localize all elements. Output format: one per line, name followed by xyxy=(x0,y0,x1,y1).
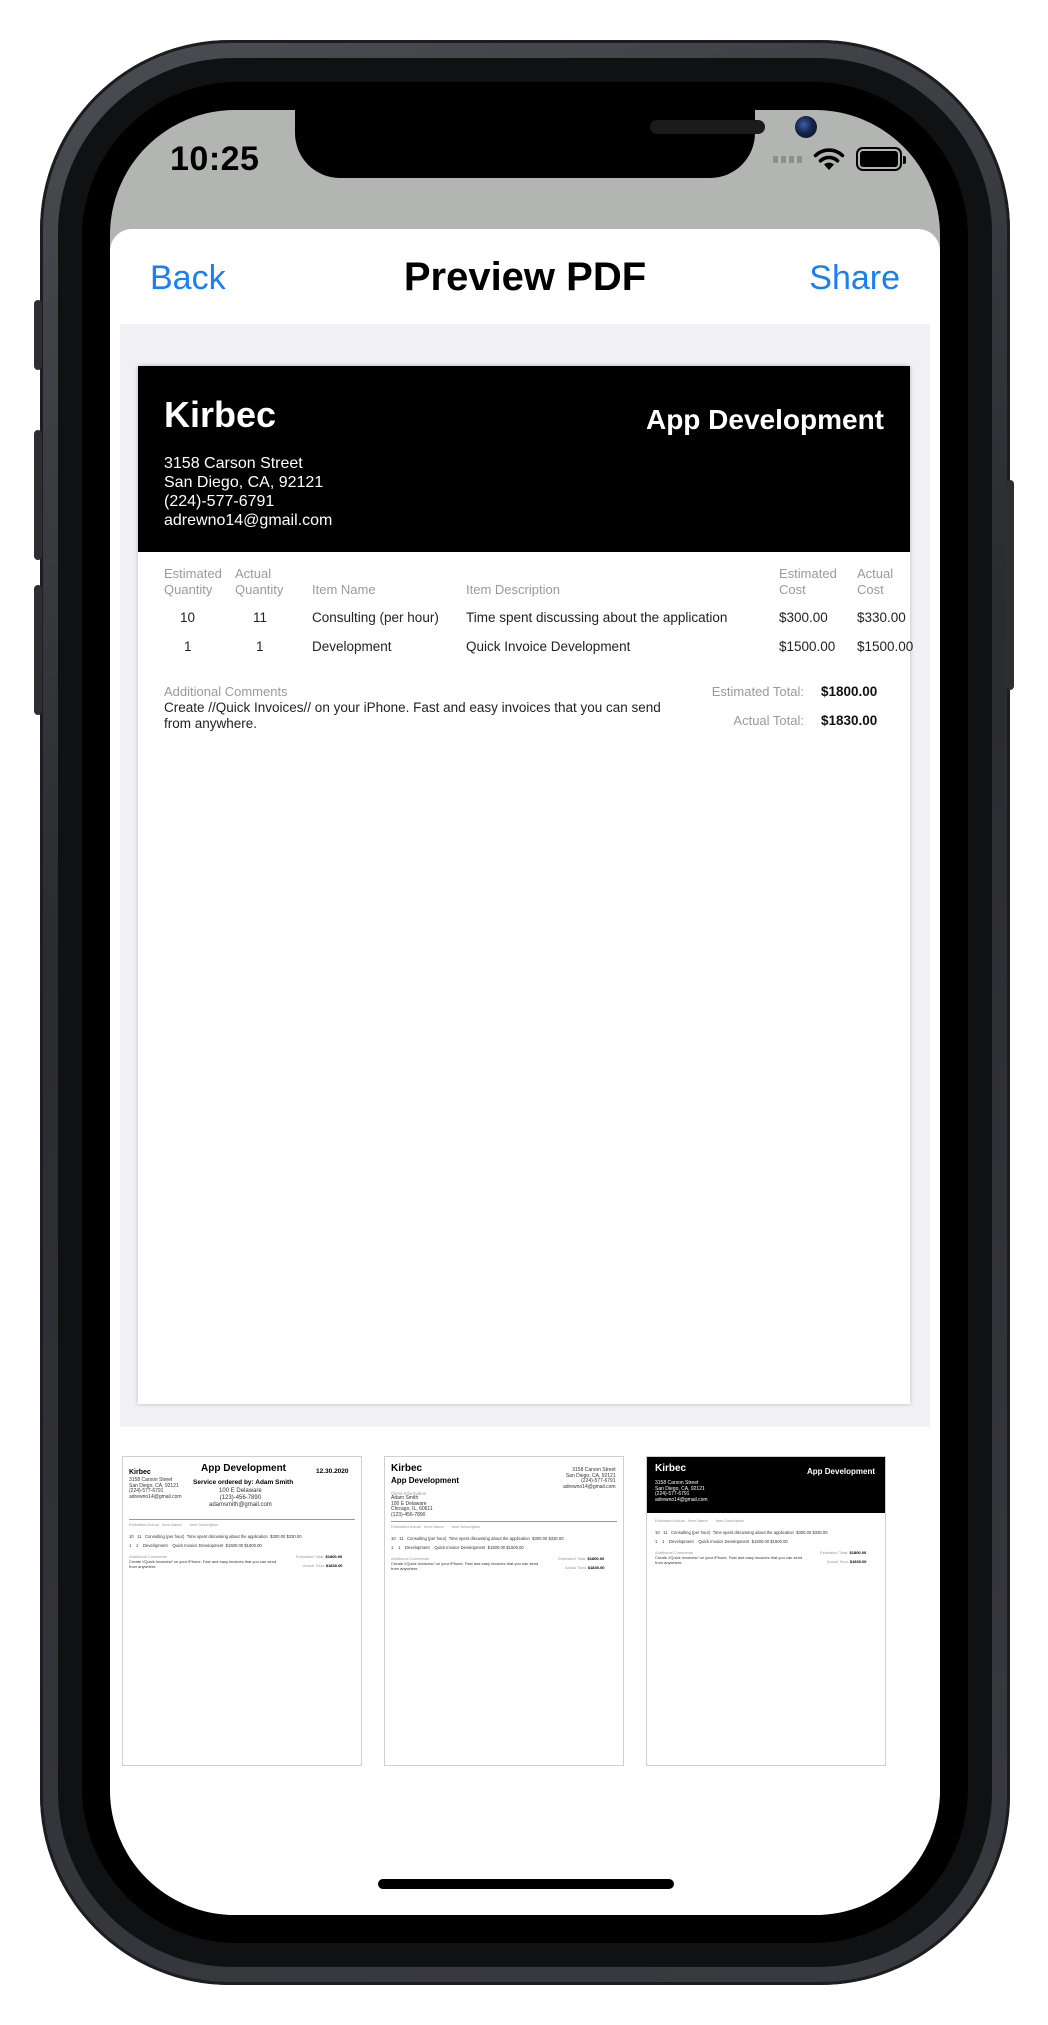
thumb1-actual-total: Actual Total: $1830.00 xyxy=(303,1563,343,1568)
header-actual-quantity: Actual Quantity xyxy=(235,566,284,597)
actual-total-value: $1830.00 xyxy=(821,713,878,728)
thumb1-row1: 10 11 Consulting (per hour) Time spent d… xyxy=(129,1534,302,1539)
thumb3-actual-total: Actual Total: $1830.00 xyxy=(827,1559,867,1564)
row2-actual-quantity: 1 xyxy=(256,639,264,654)
invoice-title: App Development xyxy=(645,404,884,435)
thumb2-actual-total: Actual Total: $1830.00 xyxy=(565,1565,605,1570)
thumb3-table-headers: Estimated Actual Item Name Item Descript… xyxy=(655,1518,745,1523)
actual-total-label: Actual Total: xyxy=(733,713,804,728)
speaker-grille xyxy=(650,120,765,134)
battery-icon xyxy=(856,147,906,171)
comments-label: Additional Comments xyxy=(164,684,288,699)
thumb1-comments: Create //Quick Invoices// on your iPhone… xyxy=(129,1559,277,1569)
thumb3-row1: 10 11 Consulting (per hour) Time spent d… xyxy=(655,1530,828,1535)
volume-up-button xyxy=(34,430,42,560)
wifi-icon xyxy=(813,148,845,170)
thumb3-company: Kirbec xyxy=(655,1463,687,1474)
comments-text: Create //Quick Invoices// on your iPhone… xyxy=(164,700,661,731)
thumb1-divider xyxy=(129,1519,355,1520)
volume-down-button xyxy=(34,585,42,715)
header-actual-cost: Actual Cost xyxy=(857,566,894,597)
thumb1-date: 12.30.2020 xyxy=(316,1468,349,1475)
thumb1-table-headers: Estimated Actual Item Name Item Descript… xyxy=(129,1522,219,1527)
row2-estimated-quantity: 1 xyxy=(184,639,192,654)
modal-sheet: Back Preview PDF Share Kirbec App Develo… xyxy=(110,229,940,1915)
thumb2-address: 3158 Carson Street San Diego, CA, 92121 (2… xyxy=(563,1467,616,1490)
thumb1-client-line: Service ordered by: Adam Smith xyxy=(193,1479,294,1486)
row2-estimated-cost: $1500.00 xyxy=(779,639,836,654)
thumb3-title: App Development xyxy=(807,1467,876,1476)
thumb2-title: App Development xyxy=(391,1476,460,1485)
estimated-total-value: $1800.00 xyxy=(821,684,878,699)
thumb2-comments: Create //Quick Invoices// on your iPhone… xyxy=(391,1561,539,1571)
header-estimated-cost: Estimated Cost xyxy=(779,566,837,597)
row2-item-name: Development xyxy=(312,639,392,654)
row1-actual-cost: $330.00 xyxy=(857,610,906,625)
share-button[interactable]: Share xyxy=(809,259,900,298)
header-item-description: Item Description xyxy=(466,582,560,597)
thumb1-row2: 1 1 Development Quick Invoice Developmen… xyxy=(129,1543,262,1548)
thumb2-client-info: Adam Smith 100 E Delaware Chicago, IL, 606… xyxy=(391,1495,433,1518)
invoice-header: Kirbec App Development 3158 Carson Stree… xyxy=(138,366,910,552)
row2-item-description: Quick Invoice Development xyxy=(466,639,631,654)
company-name: Kirbec xyxy=(164,394,277,435)
cellular-signal-icon xyxy=(773,155,802,163)
silent-switch xyxy=(34,300,42,370)
row2-actual-cost: $1500.00 xyxy=(857,639,914,654)
row1-item-name: Consulting (per hour) xyxy=(312,610,439,625)
thumb2-table-headers: Estimated Actual Item Name Item Descript… xyxy=(391,1524,481,1529)
home-indicator[interactable] xyxy=(378,1879,674,1889)
notch xyxy=(295,110,817,178)
company-address: 3158 Carson Street San Diego, CA, 92121 … xyxy=(164,455,333,529)
status-icons xyxy=(773,146,906,172)
thumb1-company: Kirbec xyxy=(129,1469,151,1476)
thumb2-row1: 10 11 Consulting (per hour) Time spent d… xyxy=(391,1536,564,1541)
screen: 10:25 Back Preview PDF Share Kirbec App … xyxy=(110,110,940,1915)
template-thumbnail-2[interactable]: Kirbec App Development 3158 Carson Stree… xyxy=(384,1456,624,1766)
thumb3-address: 3158 Carson Street San Diego, CA, 92121 (2… xyxy=(655,1480,708,1503)
thumb3-comments: Create //Quick Invoices// on your iPhone… xyxy=(655,1555,803,1565)
device-mockup: 10:25 Back Preview PDF Share Kirbec App … xyxy=(0,0,1048,2025)
power-button xyxy=(1006,480,1014,690)
thumb2-company: Kirbec xyxy=(391,1463,423,1474)
navigation-bar: Back Preview PDF Share xyxy=(110,229,940,324)
thumb1-estimated-total: Estimated Total: $1800.00 xyxy=(296,1554,343,1559)
estimated-total-label: Estimated Total: xyxy=(711,684,804,699)
row1-estimated-cost: $300.00 xyxy=(779,610,828,625)
thumb2-row2: 1 1 Development Quick Invoice Developmen… xyxy=(391,1545,524,1550)
front-camera xyxy=(795,116,817,138)
header-item-name: Item Name xyxy=(312,582,376,597)
template-thumbnail-1[interactable]: Kirbec App Development 12.30.2020 3158 C… xyxy=(122,1456,362,1766)
status-time: 10:25 xyxy=(170,140,260,178)
pdf-page: Kirbec App Development 3158 Carson Stree… xyxy=(138,366,914,1404)
thumb2-divider xyxy=(391,1521,617,1522)
row1-estimated-quantity: 10 xyxy=(180,610,196,625)
row1-actual-quantity: 11 xyxy=(253,610,268,625)
thumb3-estimated-total: Estimated Total: $1800.00 xyxy=(820,1550,867,1555)
header-estimated-quantity: Estimated Quantity xyxy=(164,566,222,597)
thumb2-estimated-total: Estimated Total: $1800.00 xyxy=(558,1556,605,1561)
thumb1-title: App Development xyxy=(201,1463,287,1474)
thumb1-client-address: 100 E Delaware (123)-456-7890 adamsmith@gm… xyxy=(209,1488,272,1508)
thumb1-address: 3158 Carson Street San Diego, CA, 92121 (2… xyxy=(129,1477,182,1500)
thumb3-row2: 1 1 Development Quick Invoice Developmen… xyxy=(655,1539,788,1544)
template-thumbnail-3[interactable]: Kirbec App Development 3158 Carson Stree… xyxy=(646,1456,886,1766)
pdf-preview-area[interactable]: Kirbec App Development 3158 Carson Stree… xyxy=(120,324,930,1427)
template-thumbnails: Kirbec App Development 12.30.2020 3158 C… xyxy=(110,1427,940,1766)
row1-item-description: Time spent discussing about the applicat… xyxy=(466,610,728,625)
